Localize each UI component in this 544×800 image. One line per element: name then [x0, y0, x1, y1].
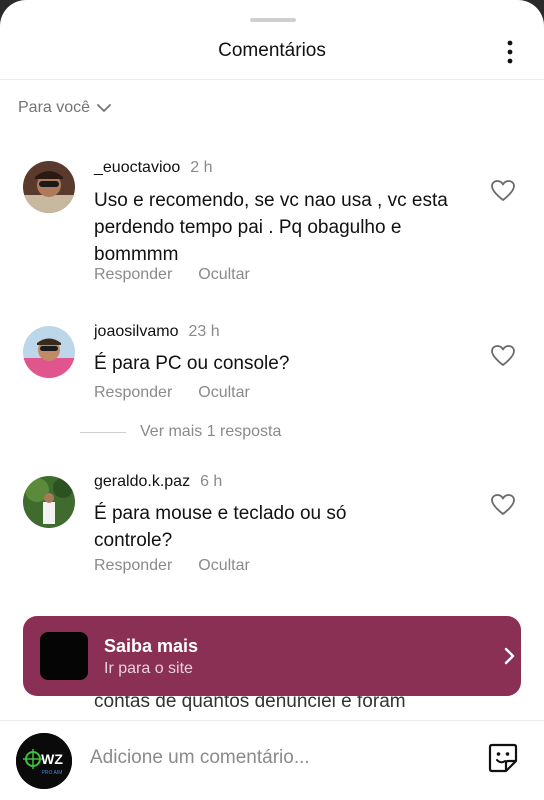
sticker-icon[interactable] — [486, 741, 520, 775]
comment-time: 2 h — [190, 159, 213, 176]
sort-label: Para você — [18, 99, 91, 116]
chevron-down-icon — [97, 104, 111, 112]
reply-button[interactable]: Responder — [94, 557, 172, 575]
hide-button[interactable]: Ocultar — [198, 557, 250, 575]
my-avatar[interactable]: WZ PRO AIM — [16, 733, 72, 789]
comment-username[interactable]: _euoctavioo — [94, 159, 180, 177]
view-replies-label: Ver mais 1 resposta — [140, 423, 282, 440]
avatar-logo-text: WZ — [41, 751, 63, 767]
comments-sheet: Comentários Para você _euoctavioo 2 h Us… — [0, 0, 544, 800]
avatar[interactable] — [23, 161, 75, 213]
comment-time: 6 h — [200, 473, 223, 490]
view-replies-button[interactable]: Ver mais 1 resposta — [80, 423, 281, 441]
avatar[interactable] — [23, 476, 75, 528]
heart-icon[interactable] — [490, 493, 516, 517]
reply-button[interactable]: Responder — [94, 384, 172, 402]
comment-username[interactable]: joaosilvamo — [94, 323, 178, 341]
cta-title: Saiba mais — [104, 636, 199, 656]
comment-text: É para PC ou console? — [94, 353, 290, 374]
heart-icon[interactable] — [490, 344, 516, 368]
avatar-logo-subtext: PRO AIM — [42, 770, 63, 776]
heart-icon[interactable] — [490, 179, 516, 203]
cta-subtitle: Ir para o site — [104, 660, 193, 677]
hide-button[interactable]: Ocultar — [198, 266, 250, 284]
replies-divider — [80, 431, 126, 433]
sort-dropdown[interactable]: Para você — [18, 99, 112, 117]
comment-time: 23 h — [188, 323, 220, 340]
avatar[interactable] — [23, 326, 75, 378]
comment-username[interactable]: geraldo.k.paz — [94, 473, 190, 491]
chevron-right-icon — [504, 647, 515, 665]
ad-thumbnail — [40, 632, 88, 680]
more-options-icon[interactable] — [500, 38, 520, 66]
learn-more-banner[interactable]: Saiba mais Ir para o site — [23, 616, 521, 696]
comment-input[interactable] — [90, 743, 460, 773]
comment-text: Uso e recomendo, se vc nao usa , vc esta… — [94, 190, 448, 265]
comment-text: É para mouse e teclado ou só controle? — [94, 503, 347, 551]
hide-button[interactable]: Ocultar — [198, 384, 250, 402]
comment-composer: WZ PRO AIM — [0, 720, 544, 800]
page-title: Comentários — [218, 40, 326, 61]
header-divider — [0, 79, 544, 80]
reply-button[interactable]: Responder — [94, 266, 172, 284]
sheet-grabber[interactable] — [250, 18, 296, 22]
